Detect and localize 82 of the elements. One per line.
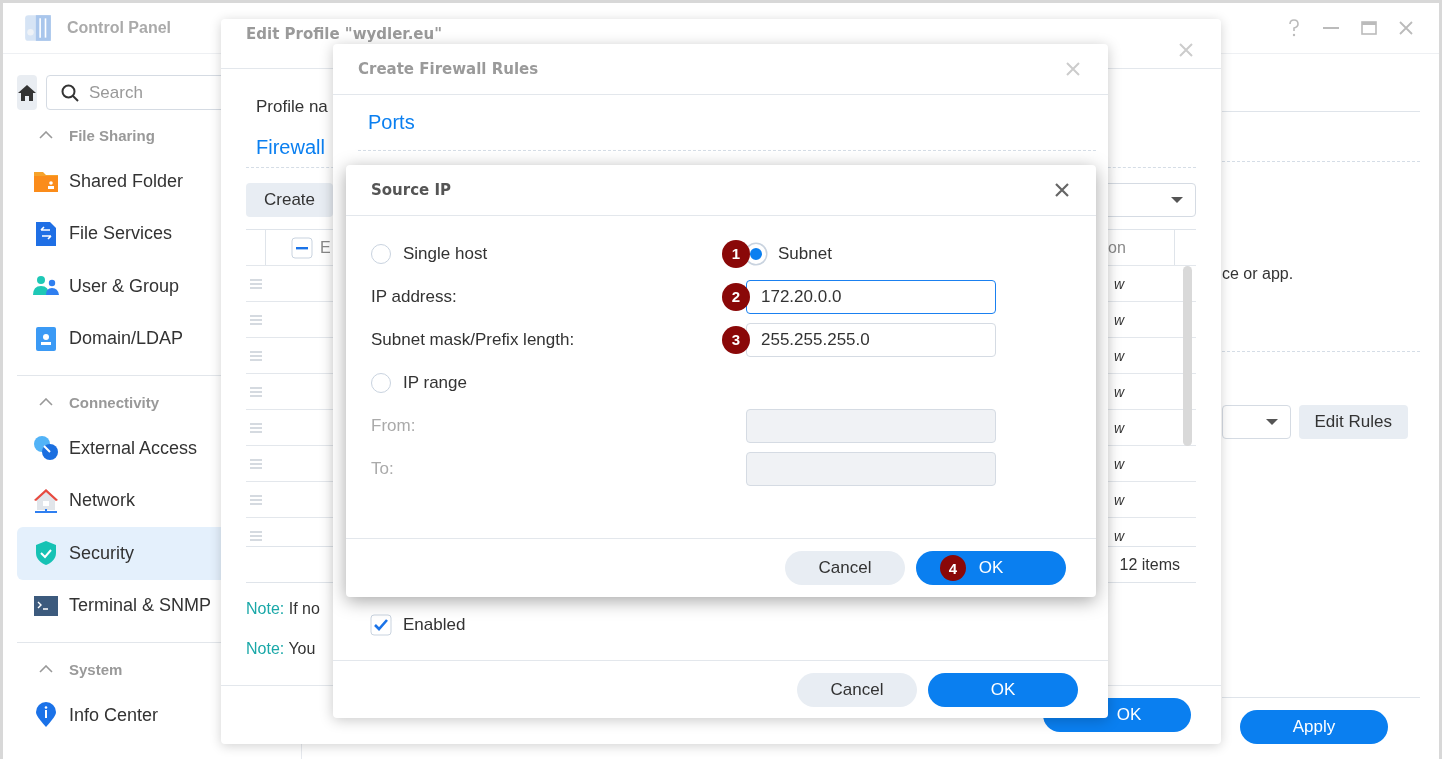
- checkbox[interactable]: [291, 236, 313, 259]
- radio-option[interactable]: IP range: [371, 372, 467, 393]
- column-header[interactable]: E: [320, 238, 331, 257]
- table-cell-text: w: [1113, 419, 1125, 436]
- drag-handle-icon[interactable]: [250, 386, 262, 397]
- sidebar-item[interactable]: User & Group: [17, 260, 301, 313]
- ok-button[interactable]: OK: [928, 672, 1078, 707]
- item-count: 12 items: [1119, 555, 1180, 574]
- help-icon[interactable]: [1287, 19, 1301, 37]
- close-icon[interactable]: [1055, 183, 1069, 197]
- cancel-button[interactable]: Cancel: [785, 551, 905, 585]
- dialog-title: Create Firewall Rules: [358, 60, 539, 78]
- drag-handle-icon[interactable]: [250, 458, 262, 469]
- terminal-icon: [33, 594, 59, 617]
- table-cell-text: w: [1113, 275, 1125, 292]
- radio-button[interactable]: [371, 243, 391, 264]
- shield-check-icon: [33, 540, 59, 567]
- section-title: File Sharing: [69, 126, 155, 144]
- note-text: Note: You: [246, 640, 317, 658]
- dialog-title: Source IP: [371, 181, 452, 199]
- radio-option[interactable]: Single host: [371, 243, 488, 264]
- window-title: Control Panel: [67, 19, 171, 37]
- drag-handle-icon[interactable]: [250, 278, 262, 289]
- drag-handle-icon[interactable]: [250, 314, 262, 325]
- field-label: IP address:: [371, 286, 457, 307]
- minimize-icon[interactable]: [1323, 26, 1339, 30]
- apply-button[interactable]: Apply: [1240, 710, 1388, 744]
- caret-icon[interactable]: [39, 131, 53, 139]
- home-icon: [17, 83, 37, 102]
- column-header[interactable]: on: [1108, 238, 1126, 257]
- step-number-badge: 2: [722, 282, 750, 311]
- section-title: Connectivity: [69, 393, 159, 411]
- link-icon: [33, 435, 59, 462]
- checkbox-label: Enabled: [403, 615, 466, 635]
- maximize-icon[interactable]: [1361, 21, 1377, 35]
- info-pin-icon: [33, 702, 59, 729]
- table-cell-text: w: [1113, 491, 1125, 508]
- drag-handle-icon[interactable]: [250, 422, 262, 433]
- table-cell-text: w: [1113, 347, 1125, 364]
- note-text: Note: If no: [246, 600, 321, 618]
- drag-handle-icon[interactable]: [250, 494, 262, 505]
- scrollbar[interactable]: [1183, 266, 1192, 446]
- sidebar-item[interactable]: Network: [17, 474, 301, 527]
- sidebar-item[interactable]: Info Center: [17, 689, 301, 742]
- table-cell-text: w: [1113, 383, 1125, 400]
- text-input[interactable]: 255.255.255.0: [746, 322, 996, 357]
- control-panel-icon: [23, 13, 53, 43]
- step-number-badge: 1: [722, 239, 750, 268]
- cancel-button[interactable]: Cancel: [797, 672, 917, 707]
- create-button[interactable]: Create: [246, 183, 333, 217]
- field-label: To:: [371, 458, 394, 479]
- sidebar-item[interactable]: External Access: [17, 422, 301, 475]
- caret-down-icon: [1265, 419, 1278, 425]
- section-title: System: [69, 660, 123, 678]
- home-button[interactable]: [17, 75, 37, 110]
- field-label: From:: [371, 415, 416, 436]
- description-text: ce or app.: [1222, 265, 1295, 283]
- document-arrows-icon: [33, 220, 59, 247]
- table-cell-text: w: [1113, 527, 1125, 544]
- users-icon: [33, 275, 59, 298]
- drag-handle-icon[interactable]: [250, 530, 262, 541]
- dialog-title: Edit Profile "wydler.eu": [246, 25, 442, 43]
- search-icon: [61, 84, 79, 102]
- step-number-badge: 3: [722, 325, 750, 354]
- checkbox[interactable]: [370, 614, 392, 636]
- caret-icon[interactable]: [39, 398, 53, 406]
- house-icon: [33, 487, 59, 514]
- dropdown[interactable]: [1222, 405, 1291, 439]
- section-title: Ports: [367, 111, 415, 133]
- text-input[interactable]: 172.20.0.0: [746, 279, 996, 314]
- folder-icon: [33, 169, 59, 194]
- id-card-icon: [33, 325, 59, 352]
- table-cell-text: w: [1113, 455, 1125, 472]
- drag-handle-icon[interactable]: [250, 350, 262, 361]
- table-cell-text: w: [1113, 311, 1125, 328]
- caret-down-icon: [1171, 197, 1183, 203]
- radio-button[interactable]: [371, 372, 391, 393]
- field-label: Subnet mask/Prefix length:: [371, 329, 575, 350]
- section-title: Firewall: [255, 136, 325, 158]
- sidebar-item[interactable]: Domain/LDAP: [17, 312, 301, 365]
- caret-icon[interactable]: [39, 665, 53, 673]
- edit-rules-button[interactable]: Edit Rules: [1298, 405, 1408, 439]
